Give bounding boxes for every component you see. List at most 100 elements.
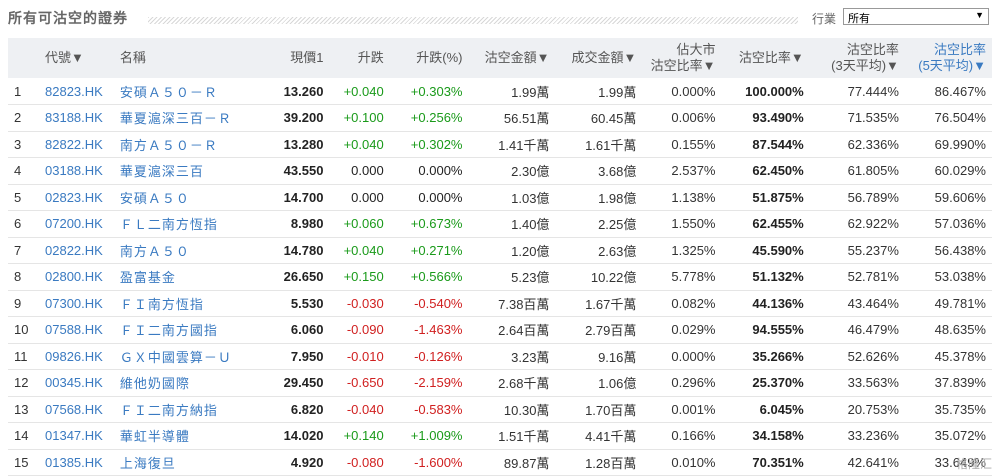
short-amount-cell: 7.38百萬 [498,296,550,312]
table-row[interactable]: 14 01347.HK 華虹半導體 14.020 +0.140 +1.009% 1.51千萬… [8,423,992,450]
stock-name-link[interactable]: 盈富基金 [114,264,261,291]
table-row[interactable]: 7 02822.HK 南方Ａ５０ 14.780 +0.040 +0.271% 1.20億 2.… [8,237,992,264]
col-header-short_amt[interactable]: 沽空金額▼ [468,38,555,78]
short-ratio-5d-cell: 56.438% [934,242,986,258]
market-short-ratio-cell: 2.537% [671,163,716,179]
table-row[interactable]: 4 03188.HK 華夏滬深三百 43.550 0.000 0.000% 2.30億 3.6… [8,158,992,185]
col-header-short_ratio[interactable]: 沽空比率▼ [721,38,809,78]
table-row[interactable]: 9 07300.HK ＦＩ南方恆指 5.530 -0.030 -0.540% 7.38百萬 1… [8,290,992,317]
stock-name-link[interactable]: 華虹半導體 [114,423,261,450]
stock-code-link[interactable]: 82823.HK [39,78,114,105]
table-row[interactable]: 3 82822.HK 南方Ａ５０－Ｒ 13.280 +0.040 +0.302% 1.41千… [8,131,992,158]
industry-filter-label: 行業 [812,12,837,26]
table-row[interactable]: 12 00345.HK 維他奶國際 29.450 -0.650 -2.159% 2.68千萬… [8,370,992,397]
stock-name-link[interactable]: 安碩Ａ５０－Ｒ [114,78,261,105]
short-ratio-5d-cell: 76.504% [934,110,986,126]
short-selling-table: 代號▼ 名稱 現價1 升跌 升跌(%) 沽空金額▼ 成交金額▼ 佔大市 沽空比率▼ 沽空比率▼ 沽… [8,38,992,476]
stock-code-link[interactable]: 02800.HK [39,264,114,291]
change-pct-cell: +0.271% [410,242,463,258]
market-short-ratio-cell: 0.029% [671,322,716,338]
table-row[interactable]: 13 07568.HK ＦＩ二南方納指 6.820 -0.040 -0.583% 10.30… [8,396,992,423]
table-row[interactable]: 11 09826.HK ＧＸ中國雲算－Ｕ 7.950 -0.010 -0.126% 3.23… [8,343,992,370]
stock-code-link[interactable]: 07588.HK [39,317,114,344]
stock-name-link[interactable]: 上海復旦 [114,449,261,476]
stock-code-link[interactable]: 01385.HK [39,449,114,476]
short-ratio-cell: 44.136% [752,295,804,311]
table-row[interactable]: 15 01385.HK 上海復旦 4.920 -0.080 -1.600% 89.87萬 1.… [8,449,992,476]
col-header-chg[interactable]: 升跌 [329,38,389,78]
col-header-avg5[interactable]: 沽空比率 (5天平均)▼ [905,38,992,78]
market-short-ratio-cell: 1.550% [671,216,716,232]
short-amount-cell: 2.68千萬 [498,376,550,392]
market-short-ratio-cell: 1.138% [671,189,716,205]
short-ratio-3d-cell: 46.479% [847,322,899,338]
col-header-turnover[interactable]: 成交金額▼ [555,38,642,78]
stock-code-link[interactable]: 07300.HK [39,290,114,317]
short-amount-cell: 3.23萬 [511,349,550,365]
price-cell: 5.530 [290,295,324,311]
stock-name-link[interactable]: 華夏滬深三百 [114,158,261,185]
table-row[interactable]: 2 83188.HK 華夏滬深三百－Ｒ 39.200 +0.100 +0.256% 56.5… [8,105,992,132]
col-header-chgpct[interactable]: 升跌(%) [390,38,469,78]
table-row[interactable]: 5 02823.HK 安碩Ａ５０ 14.700 0.000 0.000% 1.03億 1.98… [8,184,992,211]
stock-code-link[interactable]: 07568.HK [39,396,114,423]
change-pct-cell: -2.159% [414,375,463,391]
price-cell: 43.550 [283,163,324,179]
col-header-name[interactable]: 名稱 [114,38,261,78]
stock-code-link[interactable]: 02822.HK [39,237,114,264]
stock-name-link[interactable]: 南方Ａ５０ [114,237,261,264]
stock-code-link[interactable]: 82822.HK [39,131,114,158]
industry-filter-value: 所有 [848,13,870,25]
turnover-cell: 2.25億 [598,217,637,233]
short-ratio-cell: 62.450% [752,163,804,179]
col-header-mkt_ratio[interactable]: 佔大市 沽空比率▼ [642,38,721,78]
price-cell: 26.650 [283,269,324,285]
stock-name-link[interactable]: 維他奶國際 [114,370,261,397]
industry-filter-select[interactable]: 所有 ▼ [843,8,989,25]
market-short-ratio-cell: 0.010% [671,454,716,470]
stock-code-link[interactable]: 09826.HK [39,343,114,370]
turnover-cell: 1.99萬 [598,84,637,100]
change-cell: -0.040 [346,401,384,417]
table-row[interactable]: 8 02800.HK 盈富基金 26.650 +0.150 +0.566% 5.23億 10.… [8,264,992,291]
table-row[interactable]: 1 82823.HK 安碩Ａ５０－Ｒ 13.260 +0.040 +0.303% 1.99萬… [8,78,992,105]
change-cell: +0.040 [343,83,384,99]
short-ratio-3d-cell: 33.563% [847,375,899,391]
short-ratio-5d-cell: 35.072% [934,428,986,444]
stock-code-link[interactable]: 00345.HK [39,370,114,397]
row-index: 5 [14,189,22,205]
col-header-avg3[interactable]: 沽空比率 (3天平均)▼ [810,38,905,78]
stock-code-link[interactable]: 02823.HK [39,184,114,211]
turnover-cell: 1.61千萬 [585,137,637,153]
stock-name-link[interactable]: 南方Ａ５０－Ｒ [114,131,261,158]
market-short-ratio-cell: 0.166% [671,428,716,444]
row-index: 13 [14,401,29,417]
change-cell: +0.140 [343,428,384,444]
stock-name-link[interactable]: ＦＬ二南方恆指 [114,211,261,238]
short-amount-cell: 1.20億 [511,243,550,259]
stock-name-link[interactable]: ＧＸ中國雲算－Ｕ [114,343,261,370]
short-amount-cell: 1.03億 [511,190,550,206]
change-pct-cell: +0.566% [410,269,463,285]
stock-code-link[interactable]: 83188.HK [39,105,114,132]
stock-name-link[interactable]: ＦＩ二南方國指 [114,317,261,344]
table-body: 1 82823.HK 安碩Ａ５０－Ｒ 13.260 +0.040 +0.303% 1.99萬… [8,78,992,476]
change-pct-cell: +0.673% [410,216,463,232]
short-ratio-3d-cell: 62.922% [847,216,899,232]
col-header-code[interactable]: 代號▼ [39,38,114,78]
stock-code-link[interactable]: 03188.HK [39,158,114,185]
stock-name-link[interactable]: 安碩Ａ５０ [114,184,261,211]
stock-name-link[interactable]: ＦＩ二南方納指 [114,396,261,423]
table-row[interactable]: 6 07200.HK ＦＬ二南方恆指 8.980 +0.060 +0.673% 1.40億 2… [8,211,992,238]
short-ratio-3d-cell: 52.781% [847,269,899,285]
change-cell: +0.150 [343,269,384,285]
price-cell: 14.700 [283,189,324,205]
stock-code-link[interactable]: 01347.HK [39,423,114,450]
stock-name-link[interactable]: 華夏滬深三百－Ｒ [114,105,261,132]
stock-code-link[interactable]: 07200.HK [39,211,114,238]
col-header-price[interactable]: 現價1 [261,38,329,78]
short-ratio-5d-cell: 35.735% [934,401,986,417]
stock-name-link[interactable]: ＦＩ南方恆指 [114,290,261,317]
table-row[interactable]: 10 07588.HK ＦＩ二南方國指 6.060 -0.090 -1.463% 2.64百… [8,317,992,344]
short-amount-cell: 1.40億 [511,217,550,233]
